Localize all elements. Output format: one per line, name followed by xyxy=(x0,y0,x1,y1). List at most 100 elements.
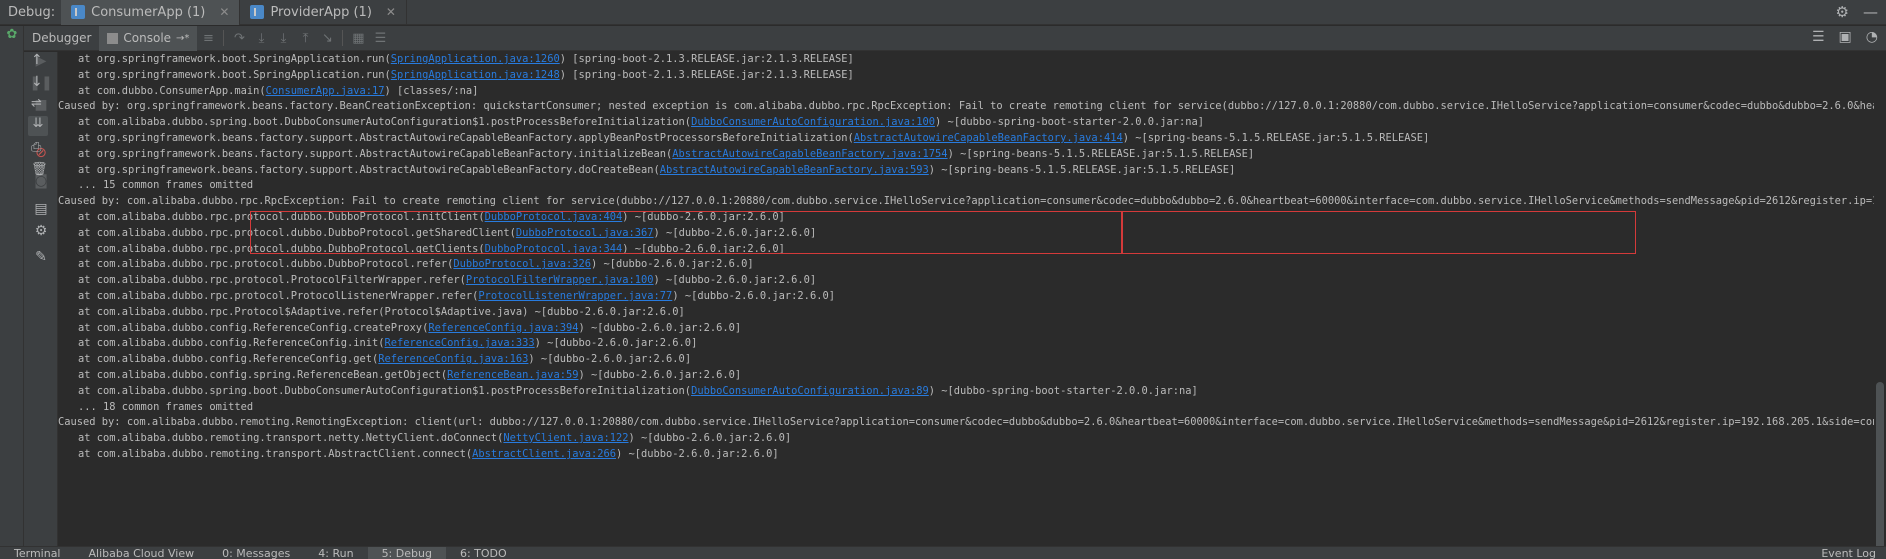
debug-label: Debug: xyxy=(8,4,56,20)
pin-icon[interactable]: ✎ xyxy=(32,248,50,266)
tab-todo[interactable]: 6: TODO xyxy=(446,547,521,559)
gear-icon[interactable]: ⚙ xyxy=(1836,3,1849,21)
print-icon[interactable]: ⎙ xyxy=(31,140,41,155)
console-side-actions: ↑ ↓ ⇌ ⇊ ⎙ 🗑 xyxy=(24,52,58,212)
console-text: at org.springframework.boot.SpringApplic… xyxy=(78,68,391,81)
tab-console[interactable]: Console →* xyxy=(99,25,198,51)
source-link[interactable]: AbstractClient.java:266 xyxy=(472,448,616,460)
console-text: at org.springframework.beans.factory.sup… xyxy=(78,147,673,160)
event-log-button[interactable]: Event Log xyxy=(1821,547,1876,559)
console-text: at com.alibaba.dubbo.rpc.protocol.Protoc… xyxy=(78,290,479,302)
settings-icon[interactable]: ⚙ xyxy=(32,222,50,240)
soft-wrap-icon[interactable]: ⇌ xyxy=(31,96,42,111)
console-text: at com.alibaba.dubbo.rpc.protocol.Protoc… xyxy=(78,274,466,287)
close-icon[interactable]: ✕ xyxy=(219,5,229,19)
tab-label: ProviderApp (1) xyxy=(270,4,372,20)
tab-debugger[interactable]: Debugger xyxy=(24,26,99,51)
console-text: at com.dubbo.ConsumerApp.main( xyxy=(78,84,266,97)
up-icon[interactable]: ↑ xyxy=(31,52,43,68)
source-link[interactable]: AbstractAutowireCapableBeanFactory.java:… xyxy=(854,132,1123,144)
list-icon[interactable]: ☰ xyxy=(1812,29,1825,45)
gauge-icon[interactable]: ◔ xyxy=(1866,29,1878,45)
menu-icon[interactable]: ≡ xyxy=(197,27,219,49)
tab-label: Debugger xyxy=(32,31,92,45)
layout-icon[interactable]: ▣ xyxy=(1839,29,1852,45)
console-text: at org.springframework.beans.factory.sup… xyxy=(78,132,854,144)
console-icon xyxy=(107,32,119,44)
console-text: ) ~[dubbo-spring-boot-starter-2.0.0.jar:… xyxy=(928,384,1198,397)
rerun-icon[interactable]: ✿ xyxy=(4,26,20,42)
console-text: at com.alibaba.dubbo.rpc.protocol.dubbo.… xyxy=(78,258,454,271)
tab-debug[interactable]: 5: Debug xyxy=(367,547,446,559)
console-text: at com.alibaba.dubbo.rpc.Protocol$Adapti… xyxy=(78,305,685,318)
source-link[interactable]: SpringApplication.java:1248 xyxy=(391,69,560,81)
source-link[interactable]: ReferenceConfig.java:163 xyxy=(378,353,528,365)
source-link[interactable]: AbstractAutowireCapableBeanFactory.java:… xyxy=(672,148,947,160)
console-text: ... 15 common frames omitted xyxy=(78,179,254,192)
console-text: ) ~[dubbo-2.6.0.jar:2.6.0] xyxy=(578,369,742,381)
console-output[interactable]: at org.springframework.boot.SpringApplic… xyxy=(58,52,1874,546)
console-text: at com.alibaba.dubbo.config.spring.Refer… xyxy=(78,369,448,381)
console-text: ) ~[dubbo-2.6.0.jar:2.6.0] xyxy=(590,258,754,271)
source-link[interactable]: SpringApplication.java:1260 xyxy=(391,53,560,65)
source-link[interactable]: DubboConsumerAutoConfiguration.java:100 xyxy=(691,116,935,128)
run-to-cursor-icon[interactable]: ↘ xyxy=(316,27,338,49)
console-text: Caused by: org.springframework.beans.fac… xyxy=(58,100,1874,113)
source-link[interactable]: ProtocolFilterWrapper.java:100 xyxy=(466,274,654,286)
scroll-thumb[interactable] xyxy=(1876,382,1884,559)
tab-alibaba-cloud-view[interactable]: Alibaba Cloud View xyxy=(75,547,209,559)
console-text: at com.alibaba.dubbo.remoting.transport.… xyxy=(78,432,504,445)
console-line: at com.alibaba.dubbo.remoting.transport.… xyxy=(78,445,779,464)
scroll-to-end-icon[interactable]: ⇊ xyxy=(28,116,48,136)
highlight-box xyxy=(250,211,1122,254)
tab-messages[interactable]: 0: Messages xyxy=(208,547,304,559)
source-link[interactable]: ReferenceConfig.java:394 xyxy=(428,322,578,334)
console-text: ) ~[dubbo-spring-boot-starter-2.0.0.jar:… xyxy=(935,116,1205,129)
console-text: at com.alibaba.dubbo.config.ReferenceCon… xyxy=(78,321,429,334)
separator xyxy=(223,30,225,46)
debug-tool-window-header: Debug: ConsumerApp (1) ✕ ProviderApp (1)… xyxy=(0,0,1886,25)
evaluate-expression-icon[interactable]: ▦ xyxy=(347,27,369,49)
down-icon[interactable]: ↓ xyxy=(31,74,43,90)
source-link[interactable]: NettyClient.java:122 xyxy=(503,432,628,444)
clear-all-icon[interactable]: 🗑 xyxy=(31,162,48,177)
console-text: at com.alibaba.dubbo.config.ReferenceCon… xyxy=(78,353,379,366)
source-link[interactable]: ReferenceConfig.java:333 xyxy=(385,337,535,349)
console-text: at com.alibaba.dubbo.config.ReferenceCon… xyxy=(78,337,385,350)
step-into-icon[interactable]: ⤓ xyxy=(250,27,272,49)
source-link[interactable]: AbstractAutowireCapableBeanFactory.java:… xyxy=(660,164,929,176)
console-text: ) [spring-boot-2.1.3.RELEASE.jar:2.1.3.R… xyxy=(559,53,854,65)
force-step-into-icon[interactable]: ⤓ xyxy=(272,27,294,49)
tab-label: ConsumerApp (1) xyxy=(91,4,206,20)
source-link[interactable]: ReferenceBean.java:59 xyxy=(447,369,578,381)
console-text: ) ~[dubbo-2.6.0.jar:2.6.0] xyxy=(534,337,698,350)
trace-icon[interactable]: ☰ xyxy=(369,27,391,49)
debug-actions-gutter: ✿ xyxy=(0,26,24,546)
tab-label: Console xyxy=(123,31,172,45)
source-link[interactable]: DubboProtocol.java:326 xyxy=(453,258,591,270)
step-over-icon[interactable]: ↷ xyxy=(228,27,250,49)
tab-provider-app[interactable]: ProviderApp (1) ✕ xyxy=(240,0,407,25)
console-text: ) ~[dubbo-2.6.0.jar:2.6.0] xyxy=(628,432,792,445)
console-text: ) ~[dubbo-2.6.0.jar:2.6.0] xyxy=(616,448,779,460)
source-link[interactable]: DubboConsumerAutoConfiguration.java:89 xyxy=(691,385,929,397)
console-text: ) ~[dubbo-2.6.0.jar:2.6.0] xyxy=(672,290,835,302)
vertical-scrollbar[interactable] xyxy=(1874,52,1886,559)
console-text: at com.alibaba.dubbo.remoting.transport.… xyxy=(78,448,473,460)
run-config-icon xyxy=(71,5,86,19)
tool-window-bar: Terminal Alibaba Cloud View 0: Messages … xyxy=(0,546,1886,559)
console-text: ) [classes/:na] xyxy=(384,84,479,97)
restore-layout-icon[interactable]: →* xyxy=(176,33,189,44)
hide-icon[interactable]: — xyxy=(1863,3,1878,21)
source-link[interactable]: ProtocolListenerWrapper.java:77 xyxy=(478,290,672,302)
console-text: ) ~[spring-beans-5.1.5.RELEASE.jar:5.1.5… xyxy=(928,163,1236,176)
tab-terminal[interactable]: Terminal xyxy=(0,547,75,559)
close-icon[interactable]: ✕ xyxy=(386,5,396,19)
debugger-toolbar: Debugger Console →* ≡ ↷ ⤓ ⤓ ⤒ ↘ ▦ ☰ ☰ ▣ … xyxy=(24,25,1886,51)
console-text: ) [spring-boot-2.1.3.RELEASE.jar:2.1.3.R… xyxy=(559,68,854,81)
console-text: Caused by: com.alibaba.dubbo.rpc.RpcExce… xyxy=(58,195,1874,208)
tab-consumer-app[interactable]: ConsumerApp (1) ✕ xyxy=(61,0,241,25)
tab-run[interactable]: 4: Run xyxy=(304,547,367,559)
source-link[interactable]: ConsumerApp.java:17 xyxy=(266,85,385,97)
step-out-icon[interactable]: ⤒ xyxy=(294,27,316,49)
